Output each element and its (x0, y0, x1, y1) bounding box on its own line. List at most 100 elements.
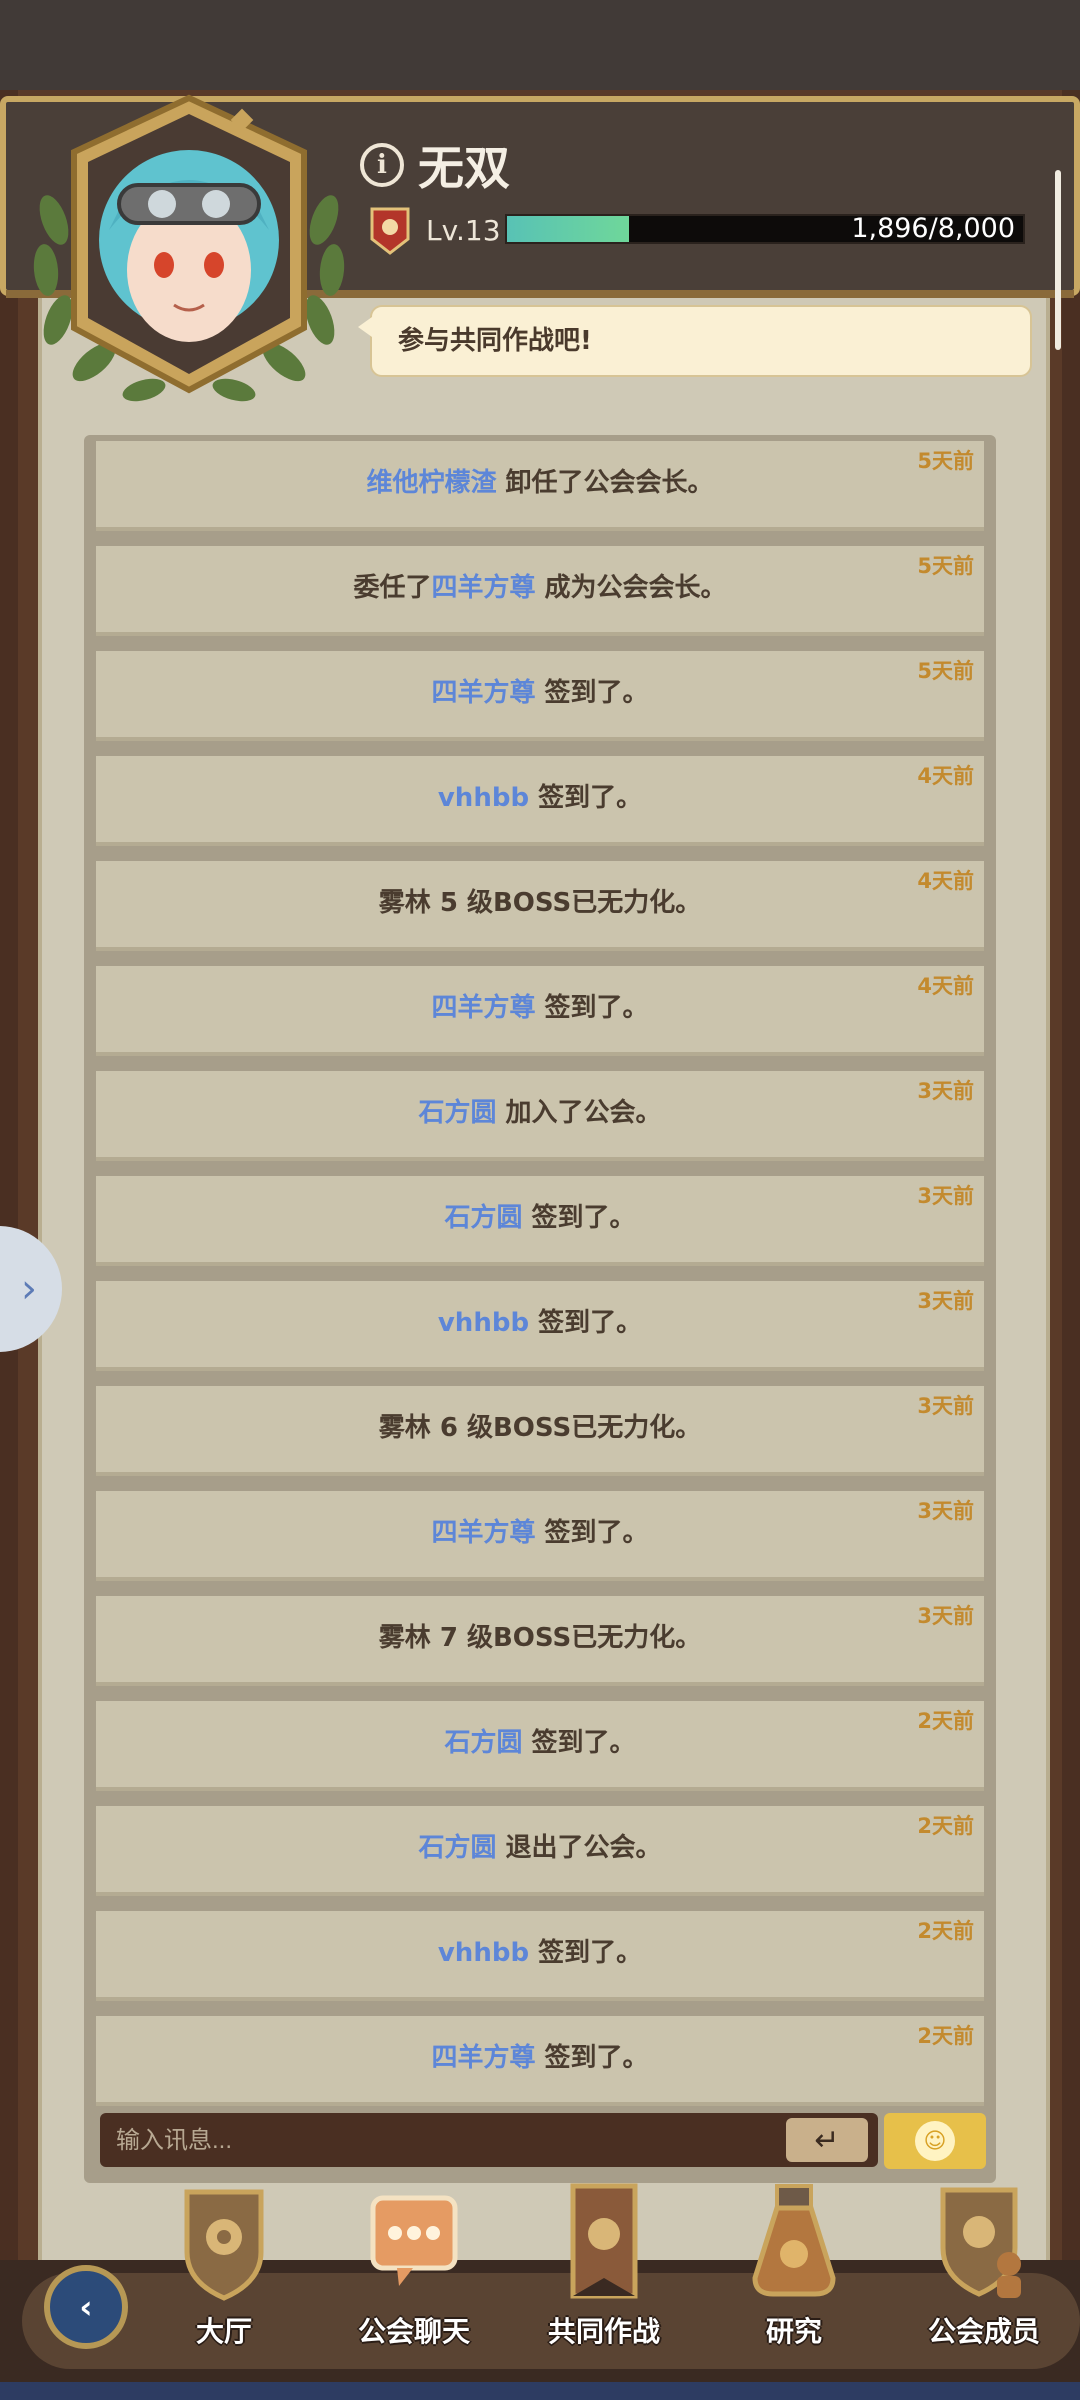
chat-message: 石方圆 签到了。 2天前 (96, 1701, 984, 1791)
nav-co-op-battle[interactable]: 共同作战 (514, 2182, 694, 2352)
chat-message-text: 石方圆 签到了。 (96, 1701, 984, 1785)
chat-message: 石方圆 加入了公会。 3天前 (96, 1071, 984, 1161)
chat-message-body: 雾林 6 级BOSS已无力化。 (378, 1413, 702, 1443)
chat-message-body: 签到了。 (535, 678, 649, 708)
chat-player-name-link[interactable]: 四羊方尊 (431, 573, 535, 603)
chat-message-text: vhhbb 签到了。 (96, 1911, 984, 1995)
chat-message: vhhbb 签到了。 3天前 (96, 1281, 984, 1371)
xp-text: 1,896/8,000 (851, 213, 1015, 244)
chat-player-name-link[interactable]: 四羊方尊 (431, 1518, 535, 1548)
nav-co-op-battle-label: 共同作战 (547, 2315, 660, 2348)
chat-message-text: 石方圆 签到了。 (96, 1176, 984, 1260)
chat-player-name-link[interactable]: 维他柠檬渣 (366, 468, 496, 498)
nav-research-label: 研究 (765, 2315, 822, 2348)
chat-player-name-link[interactable]: 四羊方尊 (431, 993, 535, 1023)
chat-message-time: 3天前 (917, 1289, 974, 1313)
chat-list[interactable]: 维他柠檬渣 卸任了公会会长。 5天前 委任了四羊方尊 成为公会会长。 5天前 四羊方尊 … (96, 441, 984, 2121)
chat-message-time: 5天前 (917, 554, 974, 578)
xp-bar-fill (507, 216, 630, 242)
chat-message-body: 卸任了公会会长。 (496, 468, 714, 498)
chat-message-time: 3天前 (917, 1394, 974, 1418)
chat-message-body: 签到了。 (529, 783, 643, 813)
chat-message-time: 3天前 (917, 1604, 974, 1628)
chat-message-time: 5天前 (917, 449, 974, 473)
chat-message-time: 3天前 (917, 1079, 974, 1103)
chat-message-text: 雾林 6 级BOSS已无力化。 (96, 1386, 984, 1470)
player-name-row: i 无双 (360, 135, 510, 195)
chat-message: 四羊方尊 签到了。 3天前 (96, 1491, 984, 1581)
chevron-left-icon: ‹ (79, 2288, 93, 2326)
chat-message: 石方圆 签到了。 3天前 (96, 1176, 984, 1266)
chat-message-text: 石方圆 加入了公会。 (96, 1071, 984, 1155)
level-row: Lv.13 (368, 205, 501, 255)
chat-message-text: 四羊方尊 签到了。 (96, 966, 984, 1050)
chat-message-body: 签到了。 (535, 1518, 649, 1548)
speech-bubble: 参与共同作战吧! (358, 305, 1032, 377)
chat-message-body: 签到了。 (529, 1938, 643, 1968)
chat-message: 四羊方尊 签到了。 2天前 (96, 2016, 984, 2106)
emoji-button[interactable]: ☺ (884, 2113, 986, 2169)
chat-message-text: 委任了四羊方尊 成为公会会长。 (96, 546, 984, 630)
chat-player-name-link[interactable]: 石方圆 (444, 1203, 522, 1233)
chat-message-body: 雾林 5 级BOSS已无力化。 (378, 888, 702, 918)
send-button[interactable]: ↵ (786, 2118, 868, 2162)
chat-player-name-link[interactable]: 石方圆 (444, 1728, 522, 1758)
chat-message-body: 签到了。 (535, 2043, 649, 2073)
back-button[interactable]: ‹ (44, 2265, 128, 2349)
chat-message: 四羊方尊 签到了。 4天前 (96, 966, 984, 1056)
chat-player-name-link[interactable]: 四羊方尊 (431, 2043, 535, 2073)
chat-message-text: 四羊方尊 签到了。 (96, 2016, 984, 2100)
chat-player-name-link[interactable]: vhhbb (438, 783, 529, 813)
info-icon[interactable]: i (360, 143, 404, 187)
chat-message-text: 四羊方尊 签到了。 (96, 651, 984, 735)
nav-hall-label: 大厅 (195, 2315, 252, 2348)
smiley-icon: ☺ (915, 2121, 955, 2161)
chat-panel[interactable]: 维他柠檬渣 卸任了公会会长。 5天前 委任了四羊方尊 成为公会会长。 5天前 四羊方尊 … (84, 435, 996, 2183)
chat-message-text: 石方圆 退出了公会。 (96, 1806, 984, 1890)
chat-message-text: vhhbb 签到了。 (96, 756, 984, 840)
flask-icon (752, 2184, 836, 2297)
chat-message: vhhbb 签到了。 4天前 (96, 756, 984, 846)
chat-message: 雾林 5 级BOSS已无力化。 4天前 (96, 861, 984, 951)
chat-player-name-link[interactable]: 四羊方尊 (431, 678, 535, 708)
chat-message-body: 加入了公会。 (496, 1098, 662, 1128)
hall-shield-icon (184, 2189, 264, 2301)
chat-player-name-link[interactable]: 石方圆 (418, 1098, 496, 1128)
members-shield-icon (940, 2187, 1021, 2298)
chat-message-body: 雾林 7 级BOSS已无力化。 (378, 1623, 702, 1653)
message-input[interactable] (114, 2113, 718, 2169)
chat-message: 四羊方尊 签到了。 5天前 (96, 651, 984, 741)
chat-message-text: 雾林 5 级BOSS已无力化。 (96, 861, 984, 945)
nav-research[interactable]: 研究 (704, 2182, 884, 2352)
chat-message: 维他柠檬渣 卸任了公会会长。 5天前 (96, 441, 984, 531)
chat-message-text: 雾林 7 级BOSS已无力化。 (96, 1596, 984, 1680)
nav-guild-members[interactable]: 公会成员 (894, 2182, 1074, 2352)
chat-message-time: 3天前 (917, 1184, 974, 1208)
chat-message-body: 签到了。 (535, 993, 649, 1023)
nav-guild-chat[interactable]: 公会聊天 (324, 2182, 504, 2352)
chat-player-name-link[interactable]: vhhbb (438, 1308, 529, 1338)
chat-message-time: 2天前 (917, 1709, 974, 1733)
chat-message-body: 签到了。 (529, 1308, 643, 1338)
guild-emblem-icon (370, 207, 410, 255)
chat-message: vhhbb 签到了。 2天前 (96, 1911, 984, 2001)
chat-message-body: 签到了。 (522, 1728, 636, 1758)
chat-message: 委任了四羊方尊 成为公会会长。 5天前 (96, 546, 984, 636)
status-bar (0, 0, 1080, 90)
nav-hall[interactable]: 大厅 (134, 2182, 314, 2352)
scroll-indicator[interactable] (1055, 170, 1061, 350)
chat-bubble-icon (370, 2195, 458, 2286)
speech-text: 参与共同作战吧! (398, 326, 592, 356)
chat-message-text: 四羊方尊 签到了。 (96, 1491, 984, 1575)
chat-player-name-link[interactable]: 石方圆 (418, 1833, 496, 1863)
chat-message-time: 2天前 (917, 1919, 974, 1943)
enter-arrow-icon: ↵ (814, 2122, 840, 2158)
chat-message: 雾林 6 级BOSS已无力化。 3天前 (96, 1386, 984, 1476)
player-avatar[interactable] (24, 90, 354, 420)
message-input-row: ↵ (100, 2113, 878, 2169)
chat-message-time: 4天前 (917, 974, 974, 998)
chat-player-name-link[interactable]: vhhbb (438, 1938, 529, 1968)
chat-message: 雾林 7 级BOSS已无力化。 3天前 (96, 1596, 984, 1686)
chat-message-body: 退出了公会。 (496, 1833, 662, 1863)
xp-bar: 1,896/8,000 (505, 214, 1025, 244)
